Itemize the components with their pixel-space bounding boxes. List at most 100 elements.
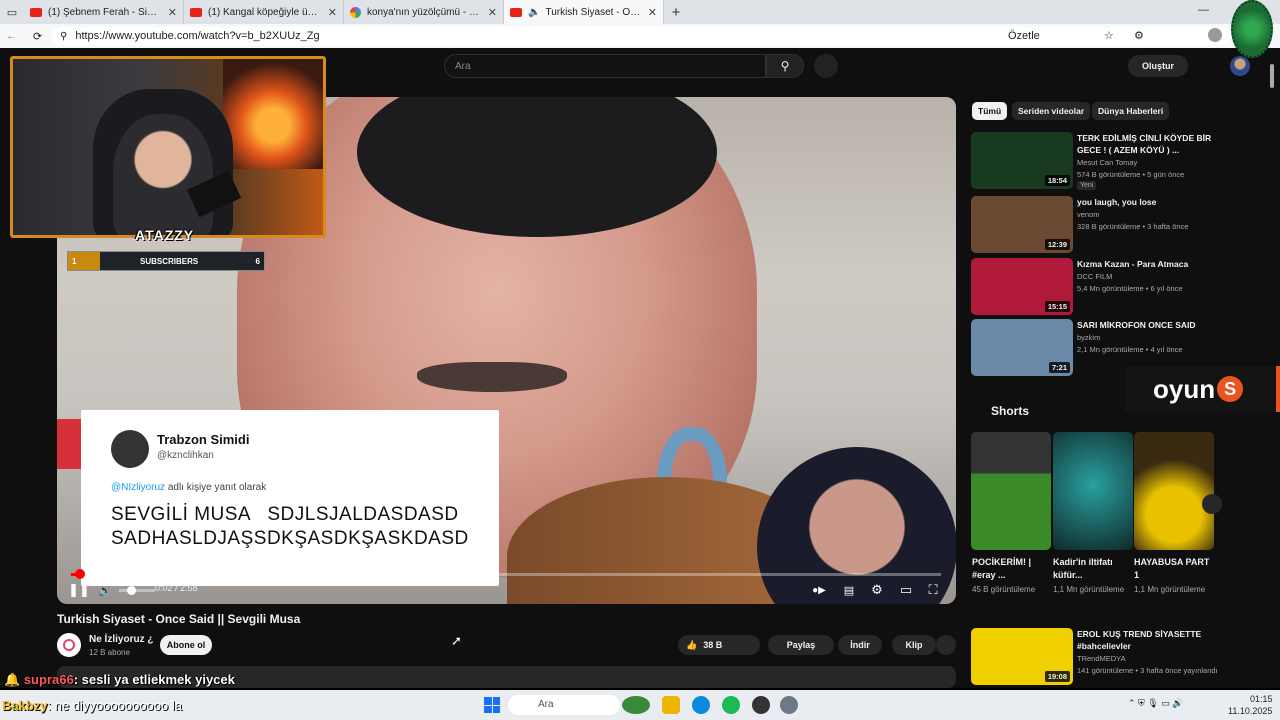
recommended-video[interactable]: 19:08 EROL KUŞ TREND SİYASETTE #bahcelie…: [971, 628, 1221, 686]
seek-bar[interactable]: [71, 569, 941, 579]
volume-icon[interactable]: 🔈: [97, 581, 113, 599]
chip-series[interactable]: Seriden videolar: [1012, 102, 1091, 120]
search-button[interactable]: ⚲: [766, 54, 804, 78]
short-thumbnail[interactable]: [1053, 432, 1133, 550]
video-meta: 2,1 Mn görüntüleme • 4 yıl önce: [1077, 345, 1183, 354]
sponsor-edge: [1276, 366, 1280, 412]
google-icon: [350, 6, 361, 18]
youtube-icon: [30, 7, 42, 17]
recommended-video[interactable]: 18:54 TERK EDİLMİŞ CİNLİ KÖYDE BİR GECE …: [971, 132, 1221, 190]
tab-title: konya'nın yüzölçümü - Google'da: [367, 6, 482, 18]
channel-avatar[interactable]: [57, 633, 81, 657]
fireplace: [223, 59, 323, 169]
download-button[interactable]: İndir: [838, 635, 882, 655]
url-field[interactable]: ⚲ https://www.youtube.com/watch?v=b_b2XU…: [52, 27, 1232, 45]
close-icon[interactable]: ✕: [168, 6, 177, 19]
close-icon[interactable]: ✕: [648, 6, 657, 19]
short-thumbnail[interactable]: [1134, 432, 1214, 550]
chip-all[interactable]: Tümü: [972, 102, 1008, 120]
tweet-author: Trabzon Simidi: [157, 432, 250, 447]
edge-icon[interactable]: [692, 696, 710, 714]
back-icon[interactable]: ←: [6, 30, 17, 42]
recommended-video[interactable]: 12:39 you laugh, you lose venom 328 B gö…: [971, 196, 1221, 254]
tray-icons[interactable]: ⌃ ⛨ 🎙 ▭ 🔊: [1128, 698, 1183, 709]
streamer-logo: ATAZZY: [135, 227, 195, 243]
avatar[interactable]: [1230, 56, 1250, 76]
reload-icon[interactable]: ⟳: [33, 30, 42, 43]
browser-tab[interactable]: konya'nın yüzölçümü - Google'da ✕: [344, 0, 504, 24]
video-frame-flag: [57, 419, 81, 469]
tab-actions-icon[interactable]: ▭: [0, 0, 24, 24]
short-views: 1,1 Mn görüntüleme: [1134, 585, 1206, 594]
url-text: https://www.youtube.com/watch?v=b_b2XUUz…: [75, 30, 320, 42]
settings-icon[interactable]: ⚙: [869, 581, 885, 599]
tweet-handle: @kznclihkan: [157, 450, 214, 461]
subtitles-icon[interactable]: ▤: [841, 581, 857, 599]
chip-world-news[interactable]: Dünya Haberleri: [1092, 102, 1170, 120]
clock-time[interactable]: 01:15: [1250, 694, 1273, 704]
browser-tab[interactable]: (1) Şebnem Ferah - Sigara (Officia ✕: [24, 0, 184, 24]
video-title: SARI MİKROFON ONCE SAID: [1077, 320, 1196, 330]
new-tab-button[interactable]: +: [664, 4, 688, 21]
clip-button[interactable]: Klip: [892, 635, 936, 655]
minimize-button[interactable]: —: [1198, 4, 1209, 16]
video-duration: 19:08: [1044, 671, 1070, 682]
close-icon[interactable]: ✕: [488, 6, 497, 19]
volume-slider[interactable]: [119, 586, 155, 595]
tweet-text-line-2: SADHASLDJAŞSDKŞASDKŞASKDASD: [111, 528, 469, 549]
video-channel: TRendMEDYA: [1077, 654, 1126, 663]
like-button[interactable]: 👍 38 B: [678, 635, 760, 655]
profile-icon[interactable]: [1208, 28, 1222, 42]
theater-mode-icon[interactable]: ▭: [897, 581, 915, 599]
short-thumbnail[interactable]: [971, 432, 1051, 550]
volume-handle[interactable]: [127, 586, 136, 595]
chat-text: : ne diyyoooooooooo la: [47, 698, 182, 713]
channel-name[interactable]: Ne İzliyoruz ¿: [89, 634, 153, 645]
extensions-icon[interactable]: ⚙: [1134, 29, 1144, 42]
star-icon[interactable]: ☆: [1104, 29, 1114, 42]
channel-subscribers: 12 B abone: [89, 648, 130, 657]
site-info-icon[interactable]: ⚲: [60, 31, 67, 42]
streamer: [113, 114, 213, 235]
video-title: EROL KUŞ TREND SİYASETTE #bahcelievler: [1077, 629, 1202, 651]
browser-tab-active[interactable]: 🔈 Turkish Siyaset - Once Said || ✕: [504, 0, 664, 24]
settings-icon[interactable]: [780, 696, 798, 714]
widgets-icon[interactable]: [622, 696, 650, 714]
fullscreen-icon[interactable]: ⛶: [925, 581, 941, 599]
chat-message: Bakbzy: ne diyyoooooooooo la: [2, 698, 182, 713]
tab-title: (1) Kangal köpeğiyle ünlü Sivas'ın: [208, 6, 322, 18]
taskbar-search-input[interactable]: Ara: [508, 695, 620, 715]
create-button[interactable]: Oluştur: [1128, 55, 1188, 77]
more-actions-button[interactable]: [936, 635, 956, 655]
mouse-cursor-icon: ➚: [451, 633, 462, 648]
sponsor-logo: oyun S: [1125, 366, 1280, 412]
video-title: you laugh, you lose: [1077, 197, 1157, 207]
windows-start-icon[interactable]: [484, 697, 500, 713]
like-count: 38 B: [703, 640, 723, 650]
speaker-icon[interactable]: 🔈: [528, 7, 540, 18]
subscribe-button[interactable]: Abone ol: [160, 635, 212, 655]
sponsor-badge: S: [1217, 376, 1244, 402]
clock-date[interactable]: 11.10.2025: [1228, 706, 1272, 716]
page-scrollbar[interactable]: [1270, 64, 1276, 684]
video-thumbnail: 18:54: [971, 132, 1073, 189]
spotify-icon[interactable]: [722, 696, 740, 714]
share-button[interactable]: Paylaş: [768, 635, 834, 655]
autoplay-toggle[interactable]: ●▶: [809, 581, 829, 599]
tweet-card: Trabzon Simidi @kznclihkan @NIzliyoruz a…: [81, 410, 499, 586]
pause-button[interactable]: ❚❚: [68, 581, 90, 599]
voice-search-button[interactable]: [814, 54, 838, 78]
scrollbar-thumb[interactable]: [1270, 64, 1274, 88]
webcam-overlay: [10, 56, 326, 238]
shorts-next-button[interactable]: [1202, 494, 1222, 514]
summarize-button[interactable]: Özetle: [1008, 30, 1040, 42]
seek-handle[interactable]: [75, 569, 85, 579]
obs-icon[interactable]: [752, 696, 770, 714]
close-icon[interactable]: ✕: [328, 6, 337, 19]
search-input[interactable]: Ara: [444, 54, 766, 78]
recommended-video[interactable]: 15:15 Kızma Kazan - Para Atmaca DCC FILM…: [971, 258, 1221, 316]
video-thumbnail: 12:39: [971, 196, 1073, 253]
chat-message: 🔔 supra66: sesli ya etliekmek yiycek: [4, 672, 235, 688]
browser-tab[interactable]: (1) Kangal köpeğiyle ünlü Sivas'ın ✕: [184, 0, 344, 24]
file-explorer-icon[interactable]: [662, 696, 680, 714]
